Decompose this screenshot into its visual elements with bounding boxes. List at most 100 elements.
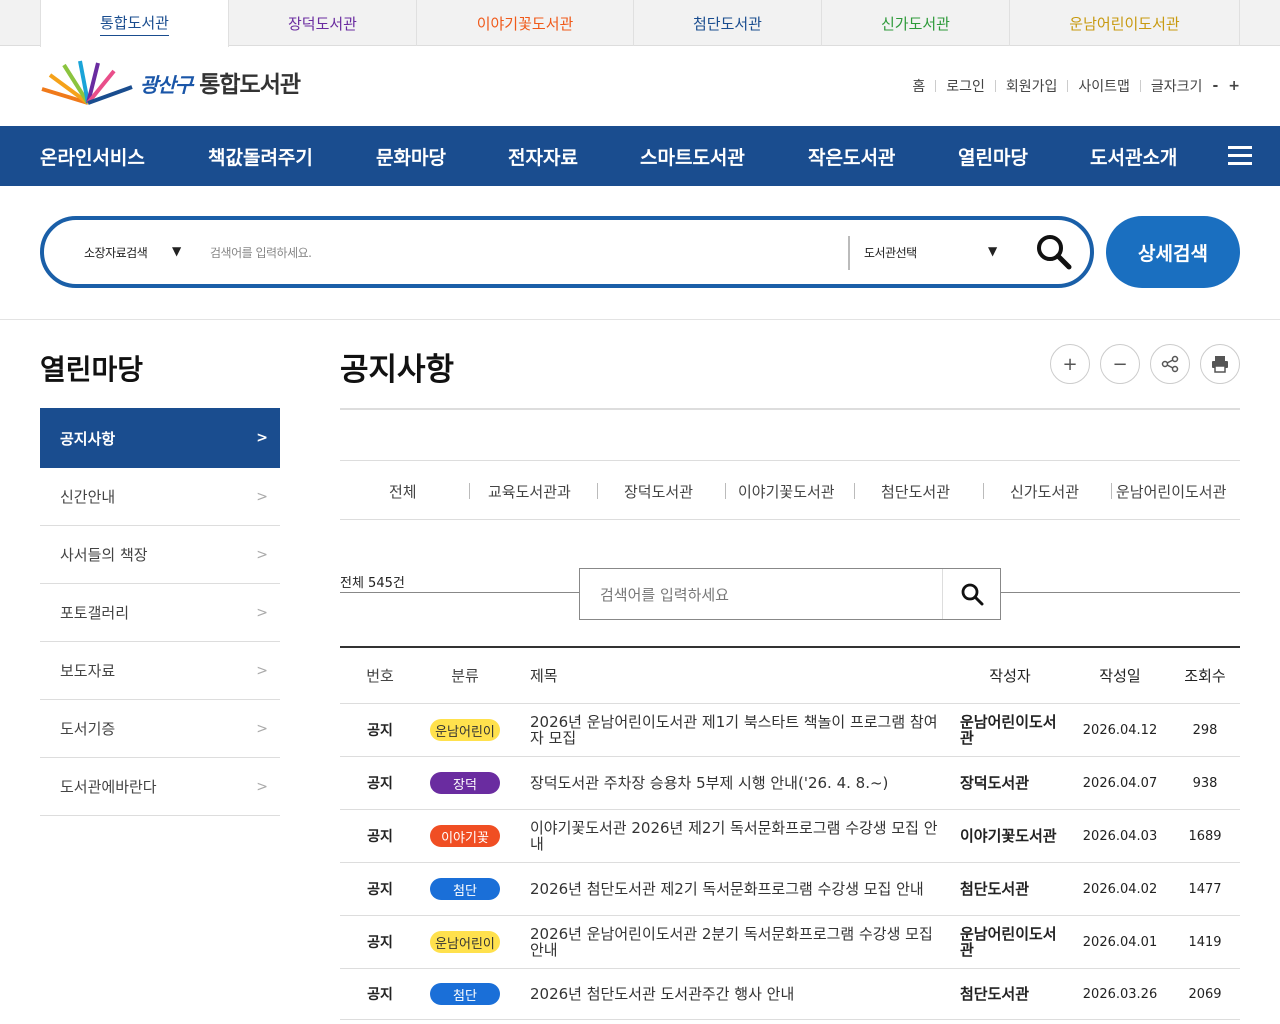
side-item-photo-gallery[interactable]: 포토갤러리 > bbox=[40, 584, 280, 642]
gnb-smart-library[interactable]: 스마트도서관 bbox=[640, 126, 745, 186]
row-date: 2026.04.03 bbox=[1082, 828, 1158, 844]
search-input[interactable]: 검색어를 입력하세요. bbox=[210, 244, 312, 261]
gnb-book-refund[interactable]: 책값돌려주기 bbox=[208, 126, 313, 186]
category-tab-unnam[interactable]: 운남어린이도서관 bbox=[1116, 461, 1226, 521]
library-tab-iyagikkot[interactable]: 이야기꽃도서관 bbox=[417, 0, 634, 46]
row-date: 2026.04.12 bbox=[1082, 722, 1158, 738]
library-tab-jangdeok[interactable]: 장덕도서관 bbox=[229, 0, 417, 46]
divider bbox=[469, 483, 470, 499]
category-badge: 첨단 bbox=[430, 878, 500, 900]
divider bbox=[725, 483, 726, 499]
signup-link[interactable]: 회원가입 bbox=[1006, 76, 1058, 96]
zoom-in-button[interactable]: + bbox=[1050, 344, 1090, 384]
category-badge: 첨단 bbox=[430, 983, 500, 1005]
library-select[interactable]: 도서관선택 bbox=[864, 244, 917, 261]
header-views: 조회수 bbox=[1184, 667, 1226, 685]
board-search-button[interactable] bbox=[942, 569, 1000, 619]
gnb-about[interactable]: 도서관소개 bbox=[1090, 126, 1177, 186]
row-category: 첨단 bbox=[420, 863, 510, 915]
font-decrease-button[interactable]: - bbox=[1212, 78, 1218, 94]
side-item-suggestions[interactable]: 도서관에바란다 > bbox=[40, 758, 280, 816]
side-item-new-books[interactable]: 신간안내 > bbox=[40, 468, 280, 526]
library-tab-integrated[interactable]: 통합도서관 bbox=[40, 0, 229, 47]
library-tab-label: 통합도서관 bbox=[99, 12, 169, 36]
category-tab-education[interactable]: 교육도서관과 bbox=[488, 461, 571, 521]
table-row[interactable]: 공지 장덕 장덕도서관 주차장 승용차 5부제 시행 안내('26. 4. 8.~)… bbox=[340, 757, 1240, 810]
login-link[interactable]: 로그인 bbox=[946, 76, 985, 96]
row-author: 운남어린이도서관 bbox=[960, 713, 1057, 747]
gnb-open-forum[interactable]: 열린마당 bbox=[958, 126, 1028, 186]
row-views: 1419 bbox=[1188, 934, 1222, 950]
category-tab-cheomdan[interactable]: 첨단도서관 bbox=[881, 461, 950, 521]
row-title-link[interactable]: 이야기꽃도서관 2026년 제2기 독서문화프로그램 수강생 모집 안내 bbox=[530, 810, 940, 862]
board-search: 검색어를 입력하세요 bbox=[579, 568, 1001, 620]
menu-icon[interactable] bbox=[1228, 146, 1252, 166]
dropdown-arrow-icon[interactable]: ▼ bbox=[172, 244, 181, 258]
logo-prefix: 광산구 bbox=[140, 73, 193, 97]
row-no: 공지 bbox=[367, 987, 393, 1003]
row-no: 공지 bbox=[367, 723, 393, 739]
side-item-donation[interactable]: 도서기증 > bbox=[40, 700, 280, 758]
library-tab-singa[interactable]: 신가도서관 bbox=[822, 0, 1010, 46]
site-logo[interactable]: 광산구 통합도서관 bbox=[40, 58, 320, 106]
dropdown-arrow-icon[interactable]: ▼ bbox=[988, 244, 997, 258]
divider bbox=[1067, 80, 1069, 92]
search-icon[interactable] bbox=[1034, 232, 1074, 272]
library-tab-label: 이야기꽃도서관 bbox=[476, 14, 574, 33]
category-badge: 이야기꽃 bbox=[430, 825, 500, 847]
divider bbox=[597, 483, 598, 499]
table-row[interactable]: 공지 첨단 2026년 첨단도서관 제2기 독서문화프로그램 수강생 모집 안내 첨단… bbox=[340, 863, 1240, 916]
row-title-link[interactable]: 2026년 운남어린이도서관 2분기 독서문화프로그램 수강생 모집 안내 bbox=[530, 916, 940, 968]
library-tab-cheomdan[interactable]: 첨단도서관 bbox=[634, 0, 822, 46]
logo-burst-icon bbox=[41, 60, 133, 105]
chevron-right-icon: > bbox=[256, 546, 268, 563]
gnb-e-resources[interactable]: 전자자료 bbox=[508, 126, 578, 186]
row-title-link[interactable]: 2026년 첨단도서관 제2기 독서문화프로그램 수강생 모집 안내 bbox=[530, 863, 940, 915]
library-tab-unnam[interactable]: 운남어린이도서관 bbox=[1010, 0, 1240, 46]
side-item-notice[interactable]: 공지사항 > bbox=[40, 408, 280, 468]
print-button[interactable] bbox=[1200, 344, 1240, 384]
row-author: 운남어린이도서관 bbox=[960, 925, 1057, 959]
row-no: 공지 bbox=[367, 882, 393, 898]
table-row[interactable]: 공지 운남어린이 2026년 운남어린이도서관 제1기 북스타트 책놀이 프로그램 … bbox=[340, 704, 1240, 757]
share-button[interactable] bbox=[1150, 344, 1190, 384]
zoom-out-button[interactable]: − bbox=[1100, 344, 1140, 384]
row-title-link[interactable]: 장덕도서관 주차장 승용차 5부제 시행 안내('26. 4. 8.~) bbox=[530, 757, 940, 809]
side-item-label: 보도자료 bbox=[60, 662, 116, 680]
plus-icon: + bbox=[1062, 353, 1078, 375]
table-row[interactable]: 공지 이야기꽃 이야기꽃도서관 2026년 제2기 독서문화프로그램 수강생 모집 … bbox=[340, 810, 1240, 863]
search-icon bbox=[961, 583, 983, 606]
category-badge: 운남어린이 bbox=[430, 719, 500, 741]
header-author: 작성자 bbox=[989, 666, 1031, 685]
category-tab-singa[interactable]: 신가도서관 bbox=[1010, 461, 1079, 521]
chevron-right-icon: > bbox=[256, 778, 268, 795]
board-search-input[interactable]: 검색어를 입력하세요 bbox=[600, 584, 729, 605]
gnb-online-service[interactable]: 온라인서비스 bbox=[40, 126, 145, 186]
row-category: 이야기꽃 bbox=[420, 810, 510, 862]
side-item-press[interactable]: 보도자료 > bbox=[40, 642, 280, 700]
row-category: 운남어린이 bbox=[420, 704, 510, 756]
row-no: 공지 bbox=[367, 935, 393, 951]
main-navigation: 온라인서비스 책값돌려주기 문화마당 전자자료 스마트도서관 작은도서관 열린마… bbox=[0, 126, 1280, 186]
row-views: 1689 bbox=[1188, 828, 1222, 844]
category-tab-jangdeok[interactable]: 장덕도서관 bbox=[624, 461, 693, 521]
sitemap-link[interactable]: 사이트맵 bbox=[1078, 76, 1130, 96]
gnb-culture[interactable]: 문화마당 bbox=[376, 126, 446, 186]
row-date: 2026.03.26 bbox=[1082, 986, 1158, 1002]
home-link[interactable]: 홈 bbox=[912, 76, 925, 96]
side-title: 열린마당 bbox=[40, 353, 144, 386]
advanced-search-button[interactable]: 상세검색 bbox=[1106, 216, 1240, 288]
category-tab-iyagikkot[interactable]: 이야기꽃도서관 bbox=[738, 461, 835, 521]
chevron-right-icon: > bbox=[256, 430, 268, 446]
row-title-link[interactable]: 2026년 첨단도서관 도서관주간 행사 안내 bbox=[530, 969, 940, 1019]
search-type-select[interactable]: 소장자료검색 bbox=[84, 244, 148, 261]
divider bbox=[1139, 80, 1141, 92]
table-row[interactable]: 공지 운남어린이 2026년 운남어린이도서관 2분기 독서문화프로그램 수강생 모… bbox=[340, 916, 1240, 969]
side-item-librarian-shelf[interactable]: 사서들의 책장 > bbox=[40, 526, 280, 584]
divider bbox=[854, 483, 855, 499]
category-tab-all[interactable]: 전체 bbox=[389, 461, 417, 521]
row-title-link[interactable]: 2026년 운남어린이도서관 제1기 북스타트 책놀이 프로그램 참여자 모집 bbox=[530, 704, 940, 756]
table-row[interactable]: 공지 첨단 2026년 첨단도서관 도서관주간 행사 안내 첨단도서관 2026.03.… bbox=[340, 969, 1240, 1020]
gnb-small-library[interactable]: 작은도서관 bbox=[808, 126, 895, 186]
font-increase-button[interactable]: + bbox=[1228, 78, 1240, 94]
